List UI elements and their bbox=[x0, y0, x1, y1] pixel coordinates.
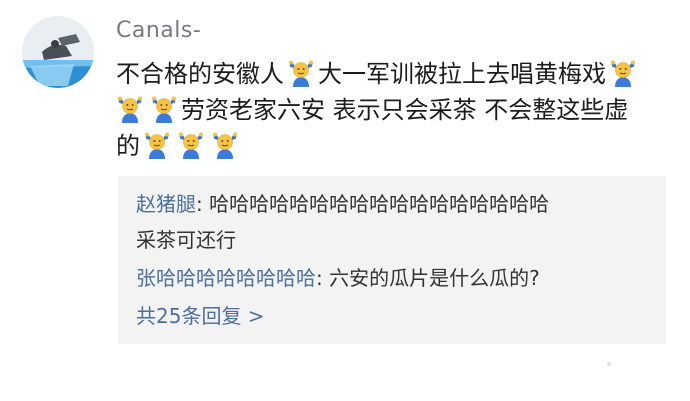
shrug-emoji-icon bbox=[116, 95, 144, 123]
shrug-emoji-icon bbox=[287, 59, 315, 87]
shrug-emoji-icon bbox=[150, 95, 178, 123]
shrug-emoji-icon bbox=[211, 131, 239, 159]
comment-line-3: 的 bbox=[116, 128, 242, 164]
shrug-emoji-icon bbox=[609, 59, 637, 87]
comment-line-2: 劳资老家六安 表示只会采茶 不会整这些虚 bbox=[116, 92, 628, 128]
reply-text: 六安的瓜片是什么瓜的? bbox=[329, 266, 540, 290]
avatar[interactable] bbox=[22, 16, 94, 88]
comment-text: 劳资老家六安 表示只会采茶 不会整这些虚 bbox=[181, 96, 629, 124]
avatar-image bbox=[22, 16, 94, 88]
shrug-emoji-icon bbox=[143, 131, 171, 159]
comment-username[interactable]: Canals- bbox=[116, 18, 201, 43]
reply-separator: : bbox=[316, 266, 330, 290]
reply-separator: : bbox=[196, 192, 210, 216]
reply-item[interactable]: 张哈哈哈哈哈哈哈哈: 六安的瓜片是什么瓜的? bbox=[136, 262, 540, 291]
comment-text: 大一军训被拉上去唱黄梅戏 bbox=[318, 60, 606, 88]
comment-line-1: 不合格的安徽人 大一军训被拉上去唱黄梅戏 bbox=[116, 56, 640, 92]
view-more-replies-link[interactable]: 共25条回复 > bbox=[136, 300, 265, 329]
reply-preview-box[interactable]: 赵猪腿: 哈哈哈哈哈哈哈哈哈哈哈哈哈哈哈哈哈 采茶可还行 张哈哈哈哈哈哈哈哈: … bbox=[118, 176, 666, 344]
shrug-emoji-icon bbox=[177, 131, 205, 159]
reply-author[interactable]: 张哈哈哈哈哈哈哈哈 bbox=[136, 266, 316, 290]
divider-dot bbox=[607, 362, 611, 366]
reply-author[interactable]: 赵猪腿 bbox=[136, 192, 196, 216]
reply-text: 哈哈哈哈哈哈哈哈哈哈哈哈哈哈哈哈哈 bbox=[209, 192, 550, 216]
comment-text: 的 bbox=[116, 132, 140, 160]
reply-text-continued: 采茶可还行 bbox=[136, 228, 236, 252]
reply-item[interactable]: 赵猪腿: 哈哈哈哈哈哈哈哈哈哈哈哈哈哈哈哈哈 bbox=[136, 188, 549, 217]
comment-text: 不合格的安徽人 bbox=[116, 60, 284, 88]
